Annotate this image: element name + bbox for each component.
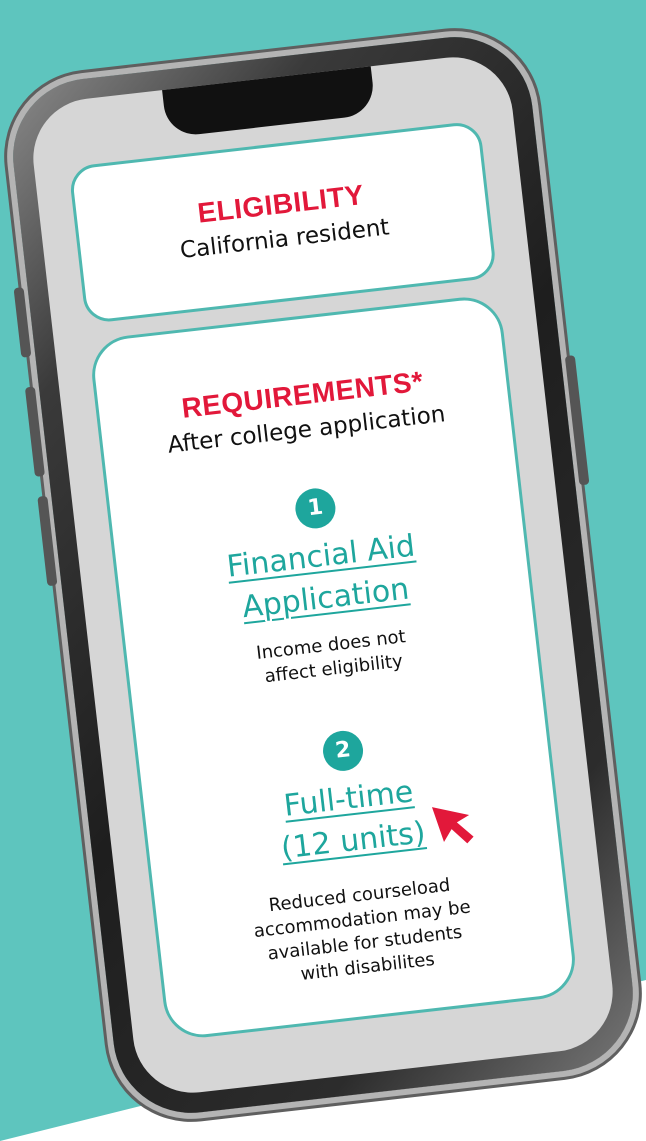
link-line: (12 units) xyxy=(279,815,428,867)
financial-aid-application-link[interactable]: Financial Aid Application xyxy=(225,529,417,626)
full-time-units-link[interactable]: Full-time (12 units) xyxy=(274,770,427,870)
step-note: Reduced courseload accommodation may be … xyxy=(156,861,572,1003)
eligibility-card: ELIGIBILITY California resident xyxy=(68,120,498,325)
link-line: Full-time xyxy=(282,774,416,824)
pointer-cursor-icon xyxy=(428,798,483,853)
step-number-badge: 2 xyxy=(320,728,366,773)
requirement-step-2: 2 Full-time (12 units) Reduced courseloa… xyxy=(138,708,572,1003)
requirements-card: REQUIREMENTS* After college application … xyxy=(87,293,580,1042)
step-number-badge: 1 xyxy=(293,486,338,531)
